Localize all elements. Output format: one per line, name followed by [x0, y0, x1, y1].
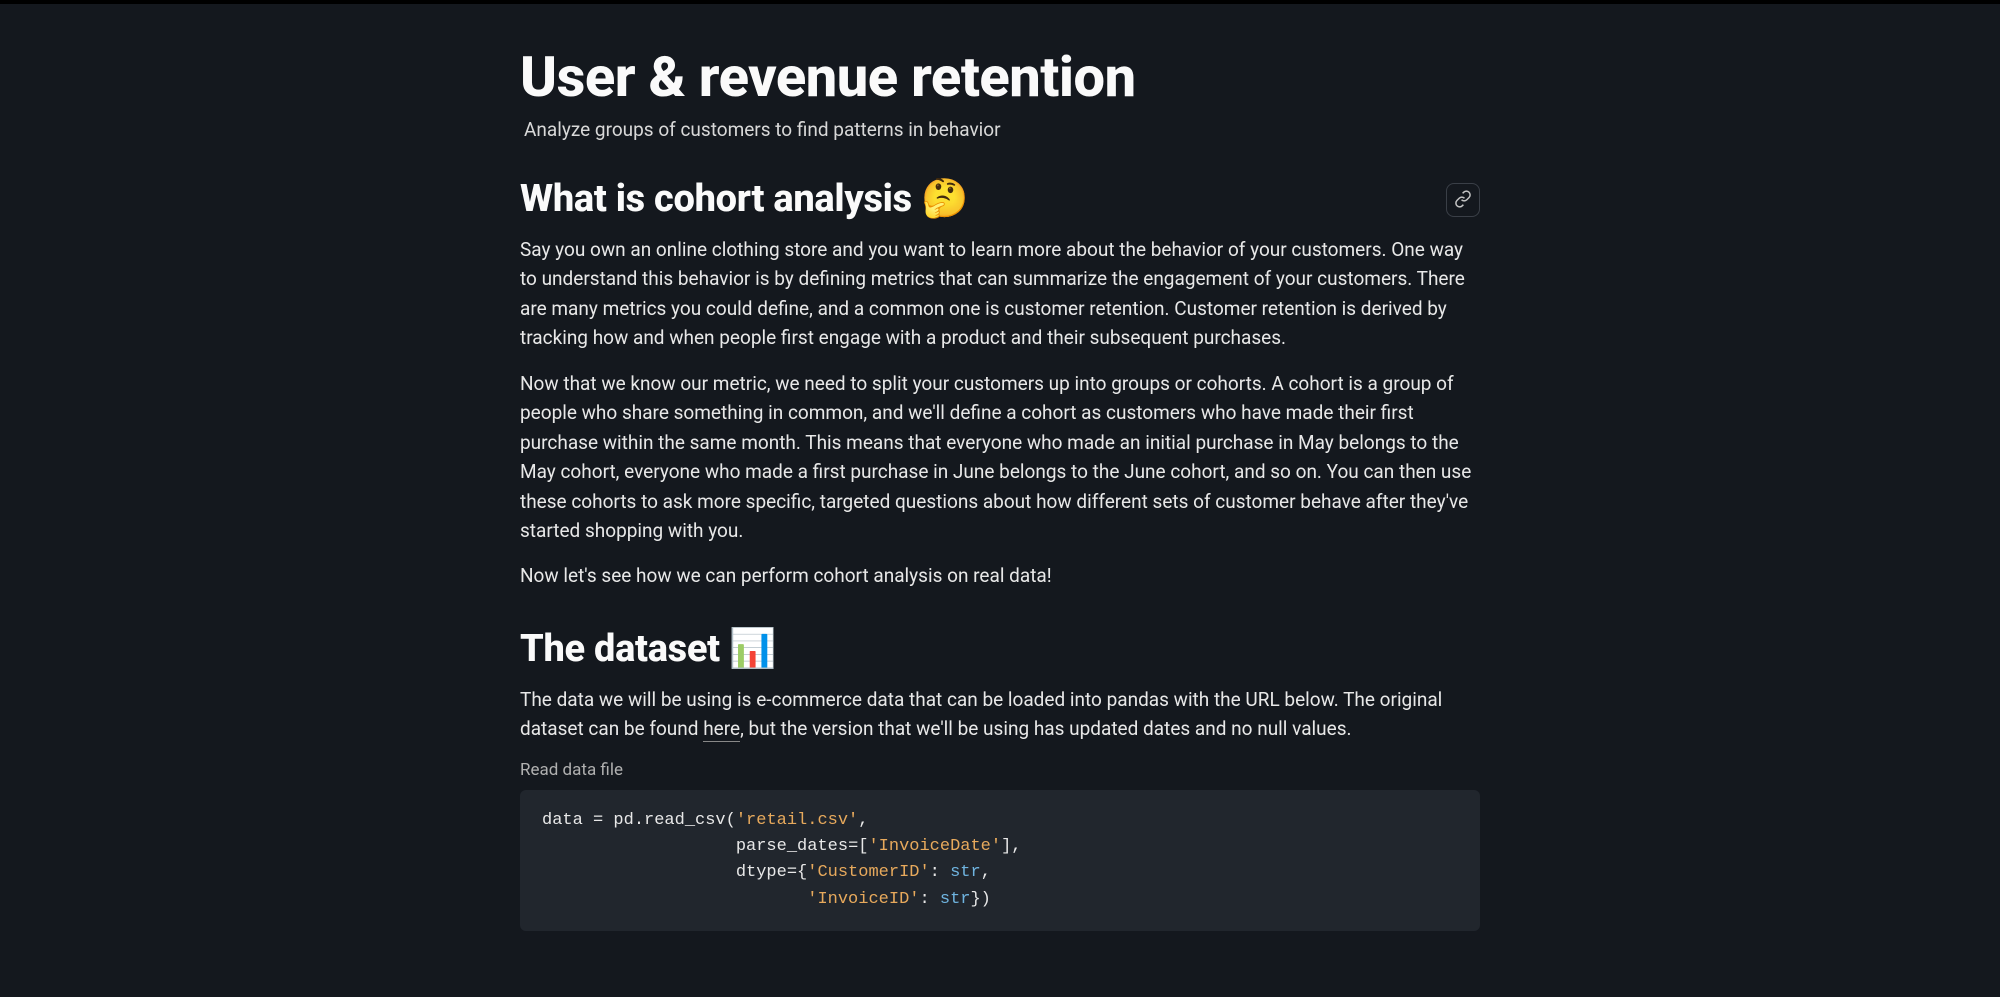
- code-token: pd.read_csv(: [603, 811, 736, 830]
- heading-row: What is cohort analysis 🤔: [520, 177, 1480, 221]
- code-token: 'CustomerID': [807, 863, 929, 882]
- section-dataset: The dataset 📊 The data we will be using …: [520, 627, 1480, 931]
- code-token: ,: [981, 863, 991, 882]
- section-heading-dataset: The dataset 📊: [520, 627, 1480, 671]
- code-token: }): [970, 890, 990, 909]
- code-token: ,: [858, 811, 868, 830]
- code-block: data = pd.read_csv('retail.csv', parse_d…: [520, 790, 1480, 931]
- text-span: , but the version that we'll be using ha…: [740, 717, 1351, 740]
- code-token: =: [593, 811, 603, 830]
- code-token: ],: [1001, 837, 1021, 856]
- anchor-link-button[interactable]: [1446, 183, 1480, 217]
- code-token: 'retail.csv': [736, 811, 858, 830]
- paragraph: Say you own an online clothing store and…: [520, 235, 1480, 353]
- page-subtitle: Analyze groups of customers to find patt…: [520, 118, 1480, 141]
- code-caption: Read data file: [520, 760, 1480, 780]
- code-token: 'InvoiceID': [807, 890, 919, 909]
- link-icon: [1454, 190, 1472, 211]
- paragraph: Now let's see how we can perform cohort …: [520, 561, 1480, 590]
- code-token: :: [930, 863, 950, 882]
- code-token: {: [797, 863, 807, 882]
- code-token: data: [542, 811, 593, 830]
- section-heading-cohort: What is cohort analysis 🤔: [520, 177, 1480, 221]
- code-token: 'InvoiceDate': [868, 837, 1001, 856]
- code-token: [542, 890, 807, 909]
- code-token: dtype: [542, 863, 787, 882]
- code-token: [: [858, 837, 868, 856]
- code-token: str: [940, 890, 971, 909]
- code-token: =: [787, 863, 797, 882]
- paragraph: Now that we know our metric, we need to …: [520, 369, 1480, 546]
- code-token: :: [919, 890, 939, 909]
- page-title: User & revenue retention: [520, 44, 1480, 110]
- code-token: parse_dates: [542, 837, 848, 856]
- code-token: =: [848, 837, 858, 856]
- paragraph: The data we will be using is e-commerce …: [520, 685, 1480, 744]
- document-container: User & revenue retention Analyze groups …: [520, 4, 1480, 931]
- section-cohort: What is cohort analysis 🤔 Say you own an…: [520, 177, 1480, 591]
- dataset-source-link[interactable]: here: [703, 717, 740, 742]
- code-token: str: [950, 863, 981, 882]
